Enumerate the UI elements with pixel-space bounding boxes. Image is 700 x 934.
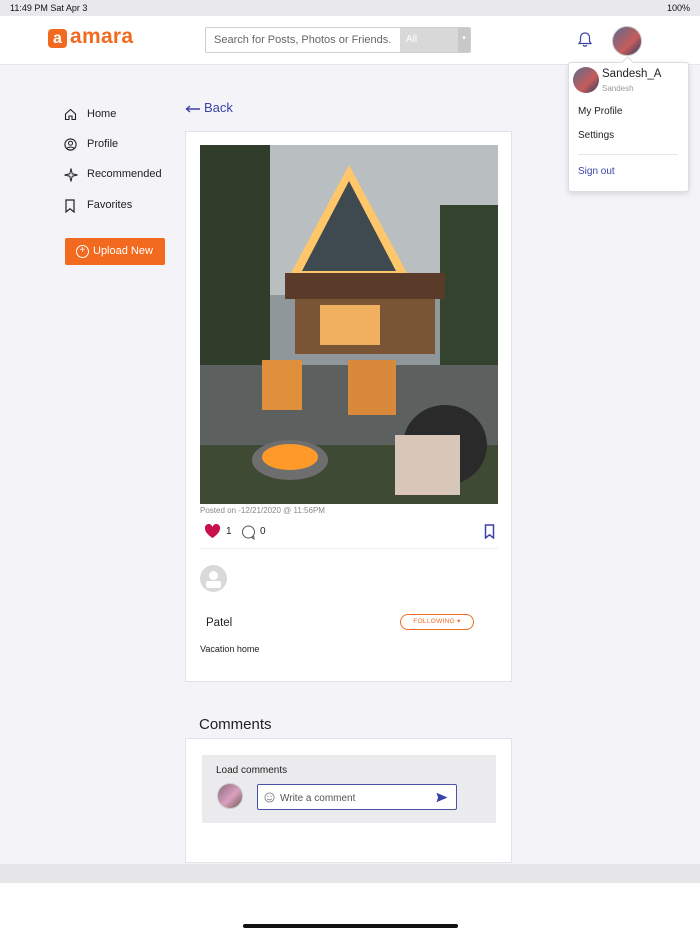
bottom-band [0,864,700,883]
arrow-left-icon [185,105,200,113]
sidebar-item-label: Home [87,108,117,120]
emoji-icon[interactable] [264,792,275,803]
menu-item-sign-out[interactable]: Sign out [578,166,615,177]
user-menu-dropdown: Sandesh_A Sandesh My Profile Settings Si… [568,56,689,192]
search-bar: All ▾ [205,27,471,53]
menu-divider [578,154,678,155]
caret-down-icon: ▾ [457,618,461,625]
comments-heading: Comments [199,716,272,733]
home-indicator[interactable] [243,924,458,928]
following-label: FOLLOWING [413,618,455,625]
status-bar: 11:49 PM Sat Apr 3 100% [0,0,700,16]
sidebar-item-label: Recommended [87,168,162,180]
search-filter-value: All [406,34,418,45]
post-timestamp: Posted on -12/21/2020 @ 11:56PM [200,506,325,515]
author-avatar[interactable] [200,565,227,592]
like-heart-icon[interactable] [204,523,221,544]
user-name: Sandesh_A [602,68,662,80]
like-count: 1 [226,526,232,537]
status-time: 11:49 PM Sat Apr 3 [10,3,88,13]
upload-new-button[interactable]: + Upload New [65,238,165,265]
profile-icon [64,138,77,151]
user-avatar-button[interactable] [612,26,642,56]
menu-item-my-profile[interactable]: My Profile [578,106,622,117]
search-filter-select[interactable]: All ▾ [400,28,470,52]
bookmark-icon [65,199,75,213]
home-icon [64,108,77,121]
user-subname: Sandesh [602,84,634,93]
comment-input-box [257,784,457,810]
current-user-avatar [217,783,243,809]
post-photo[interactable] [200,145,498,504]
menu-item-settings[interactable]: Settings [578,130,614,141]
logo-mark: a [48,29,67,48]
search-input[interactable] [206,28,417,52]
sparkle-icon [64,168,78,182]
author-name[interactable]: Patel [206,617,232,629]
avatar [573,67,599,93]
plus-circle-icon: + [76,245,89,258]
top-header: a amara All ▾ [0,16,700,65]
send-icon[interactable] [436,792,448,803]
sidebar-item-label: Favorites [87,199,133,211]
notifications-bell-icon[interactable] [576,31,594,49]
chevron-down-icon: ▾ [458,28,470,52]
back-label: Back [204,100,233,115]
load-comments-link[interactable]: Load comments [216,765,287,776]
save-bookmark-icon[interactable] [484,524,495,544]
comment-input[interactable] [278,788,432,808]
following-button[interactable]: FOLLOWING ▾ [400,614,474,630]
upload-label: Upload New [93,245,153,257]
post-caption: Vacation home [200,644,260,654]
comment-count: 0 [260,526,266,537]
logo-text: amara [70,25,134,48]
divider [200,548,498,549]
status-battery: 100% [666,3,690,13]
comment-bubble-icon[interactable] [241,525,256,545]
sidebar-item-label: Profile [87,138,119,150]
